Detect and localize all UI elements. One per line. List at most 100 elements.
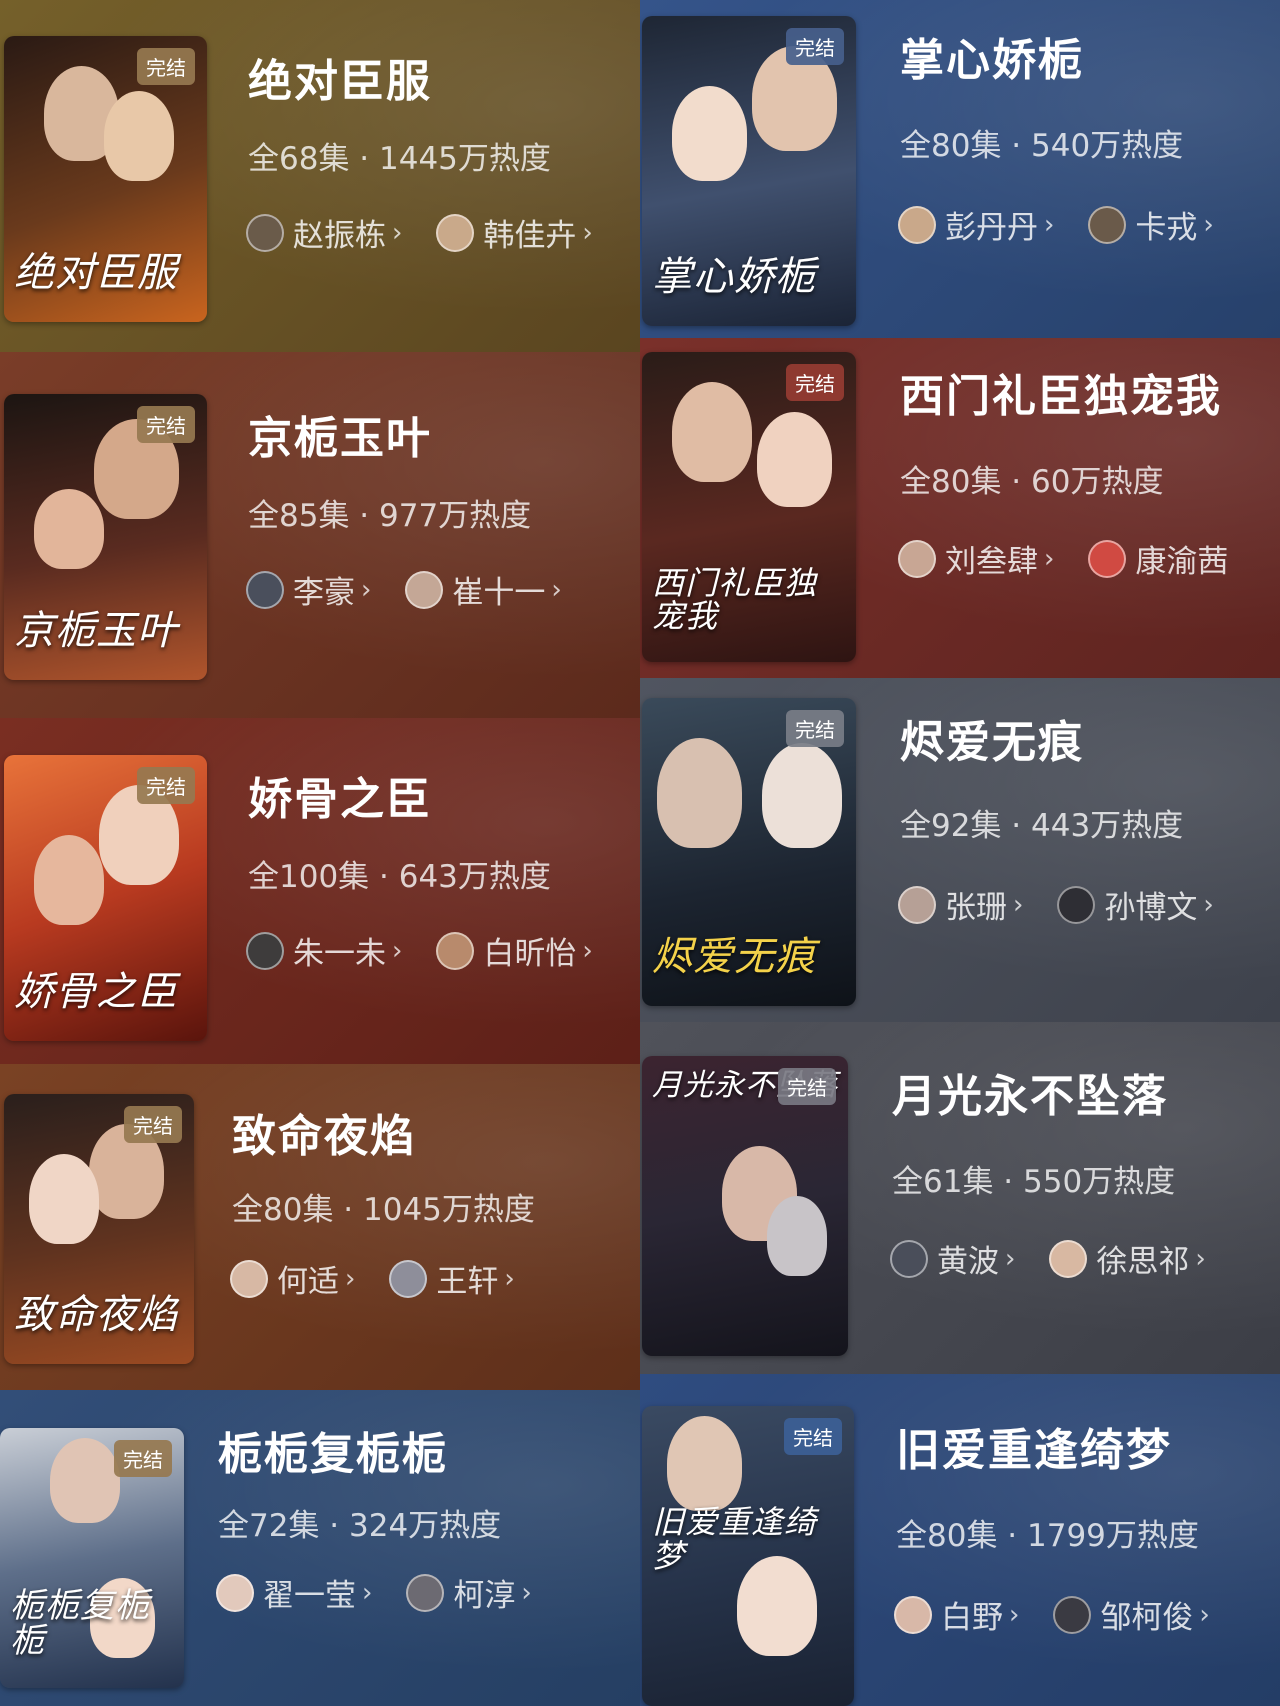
cast-row: 刘叁肆 › 康渝茜 [898, 536, 1262, 581]
actor-name: 李豪 [293, 575, 355, 611]
actor-name: 柯淳 [453, 1578, 516, 1614]
actor-link[interactable]: 卡戎 › [1088, 202, 1214, 247]
drama-card-3[interactable]: 娇骨之臣 完结 娇骨之臣 全100集 · 643万热度 朱一未 › 白昕怡 › [0, 718, 640, 1064]
chevron-right-icon: › [1203, 209, 1214, 240]
chevron-right-icon: › [392, 935, 403, 966]
chevron-right-icon: › [1203, 889, 1214, 920]
drama-card-5[interactable]: 栀栀复栀栀 完结 栀栀复栀栀 全72集 · 324万热度 翟一莹 › 柯淳 › [0, 1390, 640, 1706]
drama-card-7[interactable]: 西门礼臣独宠我 完结 西门礼臣独宠我 全80集 · 60万热度 刘叁肆 › 康渝茜 [640, 338, 1280, 678]
actor-name: 白野 [941, 1600, 1003, 1636]
drama-meta: 全85集 · 977万热度 [248, 498, 532, 534]
drama-meta: 全80集 · 1799万热度 [896, 1518, 1199, 1554]
actor-name: 赵振栋 [293, 218, 386, 254]
completed-badge: 完结 [778, 1068, 836, 1105]
drama-title[interactable]: 旧爱重逢绮梦 [896, 1414, 1172, 1478]
completed-badge: 完结 [114, 1440, 172, 1477]
actor-link[interactable]: 彭丹丹 › [898, 202, 1054, 247]
chevron-right-icon: › [504, 1263, 515, 1294]
actor-link[interactable]: 王轩 › [389, 1256, 515, 1301]
avatar [246, 570, 284, 609]
chevron-right-icon: › [1005, 1243, 1016, 1274]
chevron-right-icon: › [362, 1577, 373, 1608]
completed-badge: 完结 [137, 767, 195, 804]
avatar [246, 931, 284, 970]
drama-title[interactable]: 烬爱无痕 [900, 706, 1084, 770]
actor-link[interactable]: 康渝茜 [1088, 536, 1228, 581]
actor-name: 徐思祁 [1096, 1244, 1190, 1280]
actor-link[interactable]: 韩佳卉 › [436, 210, 593, 255]
actor-link[interactable]: 刘叁肆 › [898, 536, 1054, 581]
avatar [894, 1595, 932, 1634]
drama-meta: 全80集 · 1045万热度 [232, 1192, 535, 1228]
completed-badge: 完结 [137, 48, 195, 85]
actor-name: 翟一莹 [263, 1578, 356, 1614]
actor-name: 朱一未 [293, 936, 386, 972]
avatar [898, 539, 936, 578]
drama-card-2[interactable]: 京栀玉叶 完结 京栀玉叶 全85集 · 977万热度 李豪 › 崔十一 › [0, 352, 640, 718]
completed-badge: 完结 [784, 1418, 842, 1455]
drama-meta: 全80集 · 60万热度 [900, 464, 1164, 500]
actor-link[interactable]: 翟一莹 › [216, 1570, 372, 1615]
drama-poster[interactable]: 掌心娇栀 完结 [642, 16, 856, 326]
drama-card-9[interactable]: 月光永不坠落 完结 月光永不坠落 全61集 · 550万热度 黄波 › 徐思祁 › [640, 1022, 1280, 1374]
drama-card-10[interactable]: 旧爱重逢绮梦 完结 旧爱重逢绮梦 全80集 · 1799万热度 白野 › 邹柯俊 › [640, 1374, 1280, 1706]
actor-link[interactable]: 白昕怡 › [436, 928, 593, 973]
chevron-right-icon: › [361, 574, 372, 605]
chevron-right-icon: › [1199, 1599, 1210, 1630]
chevron-right-icon: › [1044, 543, 1055, 574]
drama-title[interactable]: 致命夜焰 [232, 1100, 416, 1164]
drama-title[interactable]: 西门礼臣独宠我 [900, 360, 1222, 424]
poster-title-text: 栀栀复栀栀 [10, 1585, 150, 1662]
drama-poster[interactable]: 旧爱重逢绮梦 完结 [642, 1406, 854, 1706]
completed-badge: 完结 [137, 406, 195, 443]
cast-row: 白野 › 邹柯俊 › [894, 1592, 1244, 1637]
drama-title[interactable]: 月光永不坠落 [892, 1060, 1168, 1124]
avatar [1088, 539, 1127, 578]
actor-name: 彭丹丹 [945, 210, 1038, 246]
drama-title[interactable]: 绝对臣服 [248, 45, 432, 109]
drama-card-8[interactable]: 烬爱无痕 完结 烬爱无痕 全92集 · 443万热度 张珊 › 孙博文 › [640, 678, 1280, 1022]
actor-link[interactable]: 柯淳 › [406, 1570, 532, 1615]
actor-name: 孙博文 [1104, 890, 1198, 926]
avatar [230, 1259, 268, 1298]
drama-card-6[interactable]: 掌心娇栀 完结 掌心娇栀 全80集 · 540万热度 彭丹丹 › 卡戎 › [640, 0, 1280, 338]
actor-link[interactable]: 黄波 › [890, 1236, 1015, 1281]
actor-link[interactable]: 朱一未 › [246, 928, 402, 973]
cast-row: 黄波 › 徐思祁 › [890, 1236, 1240, 1281]
poster-title-text: 烬爱无痕 [652, 934, 816, 980]
actor-name: 白昕怡 [483, 936, 577, 972]
avatar [436, 213, 475, 252]
drama-title[interactable]: 京栀玉叶 [248, 402, 432, 466]
actor-link[interactable]: 孙博文 › [1057, 882, 1214, 927]
poster-title-text: 旧爱重逢绮梦 [652, 1503, 818, 1575]
drama-card-1[interactable]: 绝对臣服 完结 绝对臣服 全68集 · 1445万热度 赵振栋 › 韩佳卉 › [0, 0, 640, 352]
drama-title[interactable]: 栀栀复栀栀 [218, 1418, 448, 1482]
drama-poster[interactable]: 娇骨之臣 完结 [4, 755, 207, 1041]
drama-poster[interactable]: 西门礼臣独宠我 完结 [642, 352, 856, 662]
actor-link[interactable]: 赵振栋 › [246, 210, 402, 255]
drama-poster[interactable]: 栀栀复栀栀 完结 [0, 1428, 184, 1688]
actor-name: 韩佳卉 [483, 218, 577, 254]
drama-meta: 全61集 · 550万热度 [892, 1164, 1176, 1200]
drama-poster[interactable]: 烬爱无痕 完结 [642, 698, 856, 1006]
cast-row: 赵振栋 › 韩佳卉 › [246, 210, 627, 255]
actor-name: 康渝茜 [1135, 544, 1229, 580]
actor-link[interactable]: 张珊 › [898, 882, 1023, 927]
chevron-right-icon: › [392, 217, 403, 248]
drama-poster[interactable]: 月光永不坠落 完结 [642, 1056, 848, 1356]
actor-link[interactable]: 邹柯俊 › [1053, 1592, 1210, 1637]
actor-link[interactable]: 李豪 › [246, 567, 371, 612]
drama-card-4[interactable]: 致命夜焰 完结 致命夜焰 全80集 · 1045万热度 何适 › 王轩 › [0, 1064, 640, 1390]
drama-title[interactable]: 掌心娇栀 [900, 24, 1084, 88]
actor-link[interactable]: 何适 › [230, 1256, 355, 1301]
chevron-right-icon: › [1013, 889, 1024, 920]
drama-poster[interactable]: 致命夜焰 完结 [4, 1094, 194, 1364]
drama-poster[interactable]: 京栀玉叶 完结 [4, 394, 207, 680]
avatar [898, 885, 936, 924]
actor-link[interactable]: 白野 › [894, 1592, 1019, 1637]
chevron-right-icon: › [1044, 209, 1055, 240]
actor-link[interactable]: 崔十一 › [405, 567, 562, 612]
drama-title[interactable]: 娇骨之臣 [248, 763, 432, 827]
actor-link[interactable]: 徐思祁 › [1049, 1236, 1206, 1281]
drama-poster[interactable]: 绝对臣服 完结 [4, 36, 207, 322]
